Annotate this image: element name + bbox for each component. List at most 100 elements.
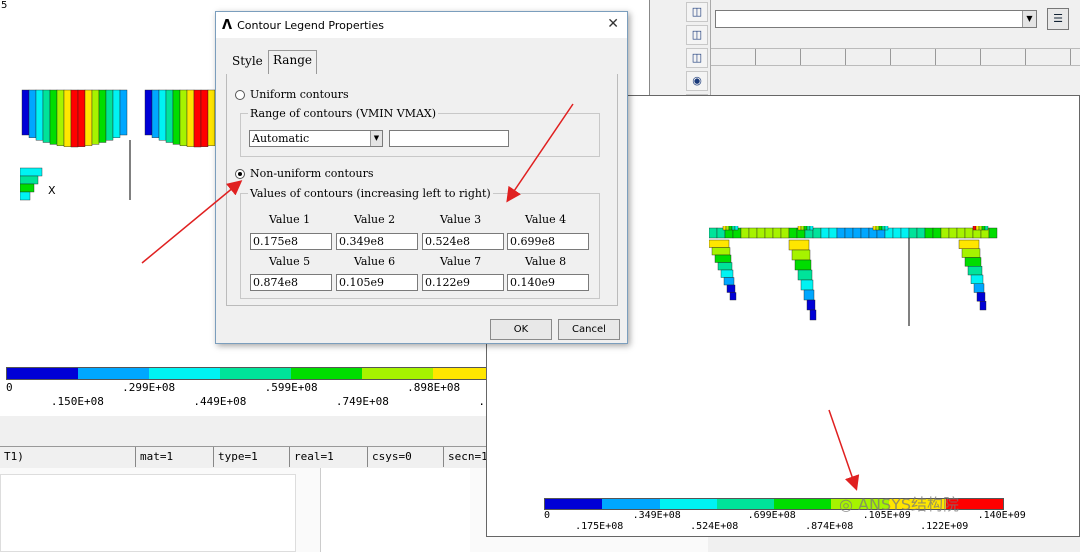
contour-strip xyxy=(179,89,188,147)
legend-tick-label: .874E+08 xyxy=(805,521,854,532)
legend-tick-label: .524E+08 xyxy=(690,521,739,532)
value-2-input[interactable]: 0.349e8 xyxy=(336,233,418,250)
value-3-input[interactable]: 0.524e8 xyxy=(422,233,504,250)
contour-strip xyxy=(200,89,209,147)
contour-strip xyxy=(722,226,727,231)
contour-strip xyxy=(892,227,902,239)
lower-pane-middle xyxy=(320,468,470,552)
contour-legend-dialog: Λ Contour Legend Properties ✕ Style Rang… xyxy=(215,11,628,344)
contour-strip xyxy=(875,226,880,231)
contour-strip xyxy=(780,227,790,239)
value-1-input[interactable]: 0.175e8 xyxy=(250,233,332,250)
contour-strip xyxy=(28,89,37,138)
contour-strip xyxy=(975,226,980,231)
contour-strip xyxy=(828,227,838,239)
contour-strip xyxy=(158,89,167,141)
contour-strip xyxy=(924,227,934,239)
range-text-input[interactable] xyxy=(389,130,509,147)
contour-strip xyxy=(860,227,870,239)
nonuniform-radio[interactable] xyxy=(235,169,245,179)
contour-strip xyxy=(979,301,987,311)
tab-style[interactable]: Style xyxy=(232,54,263,68)
contour-strip xyxy=(812,227,822,239)
value-6-input[interactable]: 0.105e9 xyxy=(336,274,418,291)
legend-swatch xyxy=(545,499,603,509)
contour-strip xyxy=(788,227,798,239)
uniform-label: Uniform contours xyxy=(250,88,349,101)
contour-strip xyxy=(84,89,93,147)
nonuniform-label: Non-uniform contours xyxy=(250,167,374,180)
contour-strip xyxy=(756,227,766,239)
contour-strip xyxy=(35,89,44,141)
contour-strip xyxy=(734,226,739,231)
legend-swatch xyxy=(7,368,78,379)
contour-strip xyxy=(797,269,813,281)
contour-strip xyxy=(803,289,815,301)
fit-view-icon[interactable]: ◉ xyxy=(686,71,708,91)
legend-swatch xyxy=(774,499,832,509)
front-view-icon[interactable]: ◫ xyxy=(686,25,708,45)
value-7-input[interactable]: 0.122e9 xyxy=(422,274,504,291)
contour-strip xyxy=(820,227,830,239)
contour-strip xyxy=(711,247,731,256)
top-view-icon[interactable]: ◫ xyxy=(686,48,708,68)
value-1-label: Value 1 xyxy=(269,213,311,226)
ok-button[interactable]: OK xyxy=(490,319,552,340)
iso-view-icon[interactable]: ◫ xyxy=(686,2,708,22)
contour-strip xyxy=(731,226,736,231)
contour-strip xyxy=(908,227,918,239)
legend-swatch xyxy=(602,499,660,509)
legend-tick-label: .749E+08 xyxy=(335,395,389,408)
contour-strip xyxy=(20,175,39,185)
legend-tick-label: .599E+08 xyxy=(264,381,318,394)
legend-tick-label: .349E+08 xyxy=(632,510,681,521)
contour-strip xyxy=(961,248,981,258)
ansys-logo-icon: Λ xyxy=(222,17,233,33)
contour-strip xyxy=(916,227,926,239)
value-4-label: Value 4 xyxy=(525,213,567,226)
contour-strip xyxy=(56,89,65,147)
contour-strip xyxy=(714,254,732,263)
cancel-button[interactable]: Cancel xyxy=(558,319,620,340)
value-4-input[interactable]: 0.699e8 xyxy=(507,233,589,250)
corner-digit: 5 xyxy=(1,0,8,11)
legend-swatch xyxy=(716,499,774,509)
contour-strip xyxy=(844,227,854,239)
contour-strip xyxy=(20,183,35,193)
chevron-down-icon: ▼ xyxy=(370,131,382,146)
contour-strip xyxy=(878,226,883,231)
range-group-label: Range of contours (VMIN VMAX) xyxy=(248,107,439,120)
layers-icon[interactable]: ☰ xyxy=(1047,8,1069,30)
legend-tick-label: .699E+08 xyxy=(747,510,796,521)
contour-strip xyxy=(207,89,216,147)
contour-strip xyxy=(973,283,985,293)
chevron-down-icon[interactable]: ▼ xyxy=(1022,11,1036,27)
status-cell-type: type=1 xyxy=(214,447,290,467)
contour-strip xyxy=(151,89,160,138)
contour-strip xyxy=(77,89,86,147)
contour-strip xyxy=(720,269,734,278)
contour-strip xyxy=(165,89,174,143)
dialog-title: Contour Legend Properties xyxy=(237,18,384,32)
status-cell-csys: csys=0 xyxy=(368,447,444,467)
value-8-input[interactable]: 0.140e9 xyxy=(507,274,589,291)
uniform-radio[interactable] xyxy=(235,90,245,100)
contour-strip xyxy=(836,227,846,239)
contour-strip xyxy=(964,257,982,267)
contour-strip xyxy=(112,89,121,138)
legend-tick-label: .140E+09 xyxy=(977,510,1026,521)
status-cell-title: T1) xyxy=(0,447,136,467)
value-6-label: Value 6 xyxy=(354,255,396,268)
contour-strip xyxy=(42,89,51,143)
contour-strip xyxy=(932,227,942,239)
contour-strip xyxy=(788,239,810,251)
range-select[interactable]: Automatic ▼ xyxy=(249,130,383,147)
contour-strip xyxy=(791,249,811,261)
contour-strip xyxy=(726,284,736,293)
value-5-input[interactable]: 0.874e8 xyxy=(250,274,332,291)
right-combo-box[interactable]: ▼ xyxy=(715,10,1037,28)
contour-strip xyxy=(709,227,718,239)
tab-range[interactable]: Range xyxy=(268,50,317,74)
close-icon[interactable]: ✕ xyxy=(607,16,619,32)
contour-strip xyxy=(119,89,128,136)
